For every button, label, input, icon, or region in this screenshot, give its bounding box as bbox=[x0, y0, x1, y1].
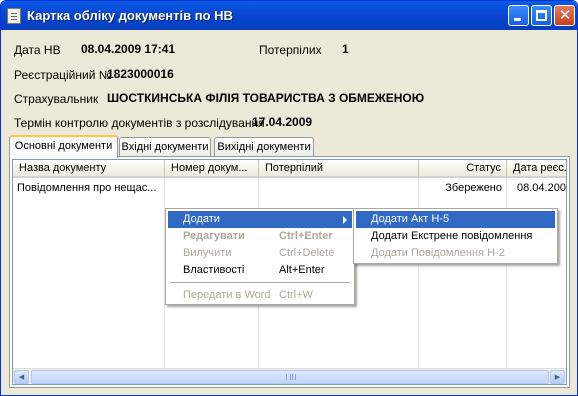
menu-item-shortcut: Ctrl+W bbox=[279, 289, 313, 301]
submenu-item-label: Додати Акт Н-5 bbox=[371, 213, 450, 225]
submenu-item-label: Додати Повідомлення Н-2 bbox=[371, 247, 505, 259]
date-label: Дата НВ bbox=[14, 43, 61, 57]
deadline-value: 17.04.2009 bbox=[252, 115, 313, 129]
tab-incoming-documents[interactable]: Вхідні документи bbox=[119, 137, 211, 157]
maximize-icon bbox=[536, 10, 547, 21]
submenu-item-add-urgent-notice[interactable]: Додати Екстрене повідомлення bbox=[356, 228, 555, 245]
victims-label: Потерпілих bbox=[259, 43, 322, 57]
submenu-item-add-notice-n2[interactable]: Додати Повідомлення Н-2 bbox=[356, 245, 555, 262]
row-victim-cell bbox=[261, 180, 416, 196]
insurer-value: ШОСТКИНСЬКА ФІЛІЯ ТОВАРИСТВА З ОБМЕЖЕНОЮ bbox=[107, 91, 425, 105]
maximize-button[interactable] bbox=[531, 5, 552, 26]
minimize-icon bbox=[514, 18, 521, 21]
horizontal-scrollbar[interactable]: ◀ ▶ bbox=[13, 368, 566, 384]
menu-item-properties[interactable]: Властивості Alt+Enter bbox=[168, 262, 352, 279]
insurer-label: Страхувальник bbox=[14, 92, 99, 106]
column-header-date[interactable]: Дата реєс... bbox=[507, 160, 566, 178]
menu-item-shortcut: Ctrl+Enter bbox=[279, 230, 333, 242]
grip-icon bbox=[286, 374, 296, 380]
row-status-cell: Збережено bbox=[445, 182, 502, 194]
menu-item-label: Властивості bbox=[183, 264, 245, 276]
column-header-victim[interactable]: Потерпілий bbox=[259, 160, 419, 178]
victims-value: 1 bbox=[342, 42, 349, 56]
submenu-item-label: Додати Екстрене повідомлення bbox=[371, 230, 533, 242]
tab-outgoing-documents[interactable]: Вихідні документи bbox=[214, 137, 314, 157]
submenu-arrow-icon bbox=[343, 216, 347, 224]
row-name-cell: Повідомлення про нещас... bbox=[17, 182, 157, 194]
scroll-left-button[interactable]: ◀ bbox=[14, 370, 29, 384]
document-icon bbox=[7, 8, 21, 24]
context-menu: Додати Редагувати Ctrl+Enter Вилучити Ct… bbox=[165, 208, 355, 305]
menu-item-add[interactable]: Додати bbox=[168, 211, 352, 228]
submenu-item-add-act-n5[interactable]: Додати Акт Н-5 bbox=[356, 211, 555, 228]
row-number-cell bbox=[167, 180, 257, 196]
tab-main-documents[interactable]: Основні документи bbox=[9, 135, 118, 158]
deadline-label: Термін контролю документів з розслідуван… bbox=[14, 116, 265, 130]
menu-separator bbox=[170, 282, 350, 283]
add-submenu: Додати Акт Н-5 Додати Екстрене повідомле… bbox=[353, 208, 558, 264]
column-header-status[interactable]: Статус bbox=[419, 160, 507, 178]
column-header-name[interactable]: Назва документу bbox=[13, 160, 165, 178]
minimize-button[interactable] bbox=[508, 5, 529, 26]
menu-item-edit[interactable]: Редагувати Ctrl+Enter bbox=[168, 228, 352, 245]
close-icon: ✕ bbox=[558, 6, 572, 24]
menu-item-label: Передати в Word bbox=[183, 289, 271, 301]
scroll-right-button[interactable]: ▶ bbox=[550, 370, 565, 384]
column-header-number[interactable]: Номер докум... bbox=[165, 160, 259, 178]
regnum-value: 1823000016 bbox=[107, 67, 174, 81]
menu-item-label: Додати bbox=[183, 213, 220, 225]
close-button[interactable]: ✕ bbox=[554, 5, 575, 26]
date-value: 08.04.2009 17:41 bbox=[81, 42, 176, 56]
document-tabs: Основні документи Вхідні документи Вихід… bbox=[9, 135, 569, 158]
menu-item-delete[interactable]: Вилучити Ctrl+Delete bbox=[168, 245, 352, 262]
window-title: Картка обліку документів по НВ bbox=[27, 8, 233, 23]
menu-item-label: Вилучити bbox=[183, 247, 232, 259]
title-bar[interactable]: Картка обліку документів по НВ ✕ bbox=[1, 1, 577, 30]
menu-item-shortcut: Ctrl+Delete bbox=[279, 247, 335, 259]
regnum-label: Реєстраційний № bbox=[14, 68, 112, 82]
menu-item-shortcut: Alt+Enter bbox=[279, 264, 325, 276]
row-date-cell: 08.04.2009 bbox=[517, 182, 567, 194]
scroll-thumb[interactable] bbox=[31, 370, 549, 384]
document-card-window: Картка обліку документів по НВ ✕ Дата НВ… bbox=[0, 0, 578, 396]
menu-item-label: Редагувати bbox=[183, 230, 245, 242]
menu-item-send-to-word[interactable]: Передати в Word Ctrl+W bbox=[168, 287, 352, 304]
